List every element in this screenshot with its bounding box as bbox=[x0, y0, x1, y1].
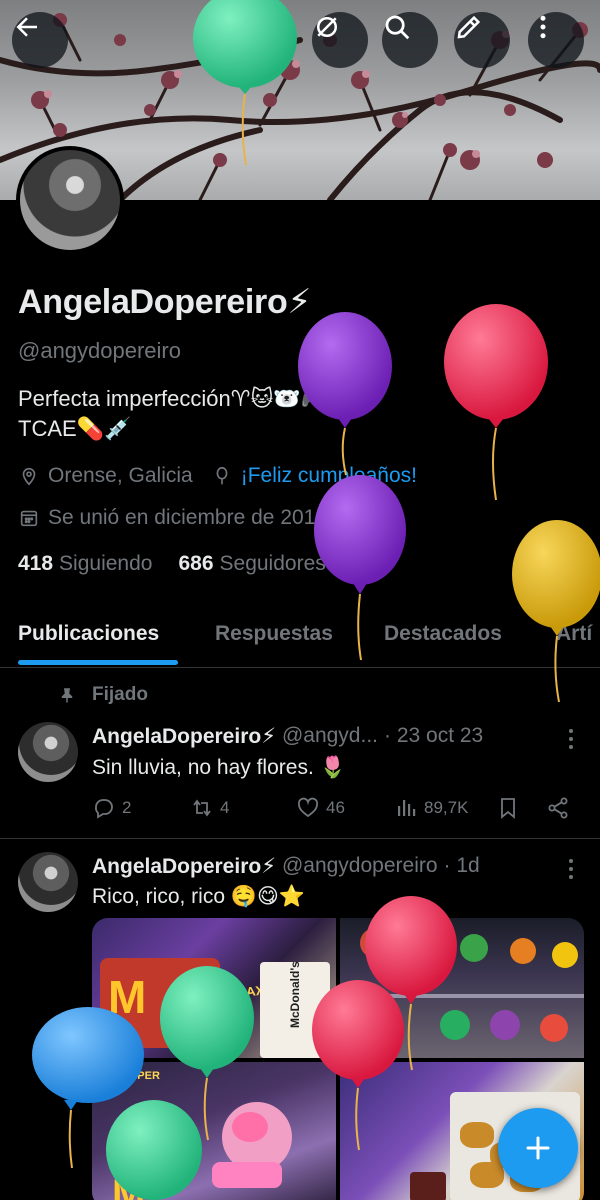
tweet-more-button[interactable] bbox=[562, 856, 580, 882]
tab-publicaciones[interactable]: Publicaciones bbox=[18, 622, 159, 646]
bio-line: TCAE💊💉 bbox=[18, 416, 132, 441]
profile-avatar[interactable] bbox=[16, 146, 124, 254]
media-image-toy[interactable]: SUPER M bbox=[92, 1062, 336, 1200]
profile-meta-row: Orense, Galicia ¡Feliz cumpleaños! bbox=[18, 464, 417, 488]
profile-join-row: Se unió en diciembre de 2010 bbox=[18, 506, 357, 530]
edit-icon bbox=[457, 15, 481, 39]
views-icon bbox=[398, 800, 416, 816]
balloon-icon bbox=[216, 466, 228, 485]
bookmark-icon bbox=[501, 798, 515, 819]
pin-icon bbox=[61, 688, 73, 703]
reply-button[interactable]: 2 bbox=[92, 796, 131, 820]
tweet-text: Sin lluvia, no hay flores. 🌷 bbox=[92, 756, 346, 779]
followers-link[interactable]: 686 Seguidores bbox=[178, 552, 325, 576]
cup-brand-text: McDonald's bbox=[288, 961, 302, 1028]
search-icon bbox=[385, 15, 410, 40]
tweet-timestamp: · 1d bbox=[443, 854, 480, 877]
like-button[interactable]: 46 bbox=[296, 796, 345, 820]
bookmark-button[interactable] bbox=[496, 796, 520, 820]
retweet-button[interactable]: 4 bbox=[190, 796, 229, 820]
more-options-button[interactable] bbox=[528, 12, 584, 68]
heart-icon bbox=[297, 797, 319, 818]
tweet-avatar[interactable] bbox=[18, 722, 78, 782]
edit-button[interactable] bbox=[454, 12, 510, 68]
tab-articulos[interactable]: Artí bbox=[556, 622, 592, 646]
tab-destacados[interactable]: Destacados bbox=[384, 622, 502, 646]
back-button[interactable] bbox=[12, 12, 68, 68]
profile-stats: 418 Siguiendo 686 Seguidores bbox=[18, 552, 326, 576]
birthday-link[interactable]: ¡Feliz cumpleaños! bbox=[241, 464, 417, 488]
tweet-actions: 2 4 46 89,7K bbox=[92, 796, 572, 824]
calendar-icon bbox=[20, 510, 38, 527]
arrow-left-icon bbox=[16, 17, 37, 37]
pinned-label: Fijado bbox=[58, 684, 148, 706]
tweet-text: Rico, rico, rico 🤤😋⭐ bbox=[92, 885, 306, 908]
bio-line: Perfecta imperfección♈🐱🐻‍❄️🎮🌸 bbox=[18, 386, 356, 411]
retweet-icon bbox=[193, 799, 211, 817]
box-super-text: SUPER bbox=[122, 1070, 160, 1082]
location-pin-icon bbox=[22, 467, 36, 486]
chevron-right-icon[interactable] bbox=[335, 507, 357, 529]
tweet-header: AngelaDopereiro⚡ @angydopereiro · 1d bbox=[92, 854, 480, 879]
compose-post-button[interactable] bbox=[498, 1108, 578, 1188]
profile-location: Orense, Galicia bbox=[48, 464, 193, 487]
media-image-toy-display[interactable] bbox=[340, 918, 584, 1058]
tweet-timestamp: · 23 oct 23 bbox=[384, 724, 484, 747]
tweet-divider bbox=[0, 838, 600, 839]
hide-button[interactable] bbox=[312, 12, 368, 68]
profile-bio: Perfecta imperfección♈🐱🐻‍❄️🎮🌸 TCAE💊💉 bbox=[18, 384, 356, 444]
tweet-header: AngelaDopereiro⚡ @angyd... · 23 oct 23 bbox=[92, 724, 483, 749]
tweet-author-handle: @angydopereiro bbox=[281, 854, 438, 877]
following-link[interactable]: 418 Siguiendo bbox=[18, 552, 152, 576]
media-image-happy-meal-box[interactable]: M MARIO GALAXY LA PELÍCULA McDonald's bbox=[92, 918, 336, 1058]
balloon-red bbox=[444, 304, 548, 501]
tweet-author-handle: @angyd... bbox=[281, 724, 378, 747]
profile-handle: @angydopereiro bbox=[18, 338, 181, 363]
profile-joined: Se unió en diciembre de 2010 bbox=[48, 506, 328, 529]
reply-icon bbox=[95, 799, 113, 819]
balloon-yellow bbox=[512, 520, 600, 703]
tab-respuestas[interactable]: Respuestas bbox=[215, 622, 333, 646]
views-button[interactable]: 89,7K bbox=[394, 796, 468, 820]
active-tab-indicator bbox=[18, 660, 178, 665]
tweet-author-name[interactable]: AngelaDopereiro⚡ bbox=[92, 724, 276, 749]
share-icon bbox=[548, 797, 568, 819]
tweet-author-name[interactable]: AngelaDopereiro⚡ bbox=[92, 854, 276, 879]
tweet-avatar[interactable] bbox=[18, 852, 78, 912]
tweet-more-button[interactable] bbox=[562, 726, 580, 752]
more-vertical-icon bbox=[540, 15, 546, 39]
profile-name: AngelaDopereiro⚡ bbox=[18, 283, 312, 321]
share-button[interactable] bbox=[546, 796, 570, 820]
plus-icon bbox=[526, 1136, 550, 1160]
search-button[interactable] bbox=[382, 12, 438, 68]
hide-icon bbox=[317, 17, 337, 37]
